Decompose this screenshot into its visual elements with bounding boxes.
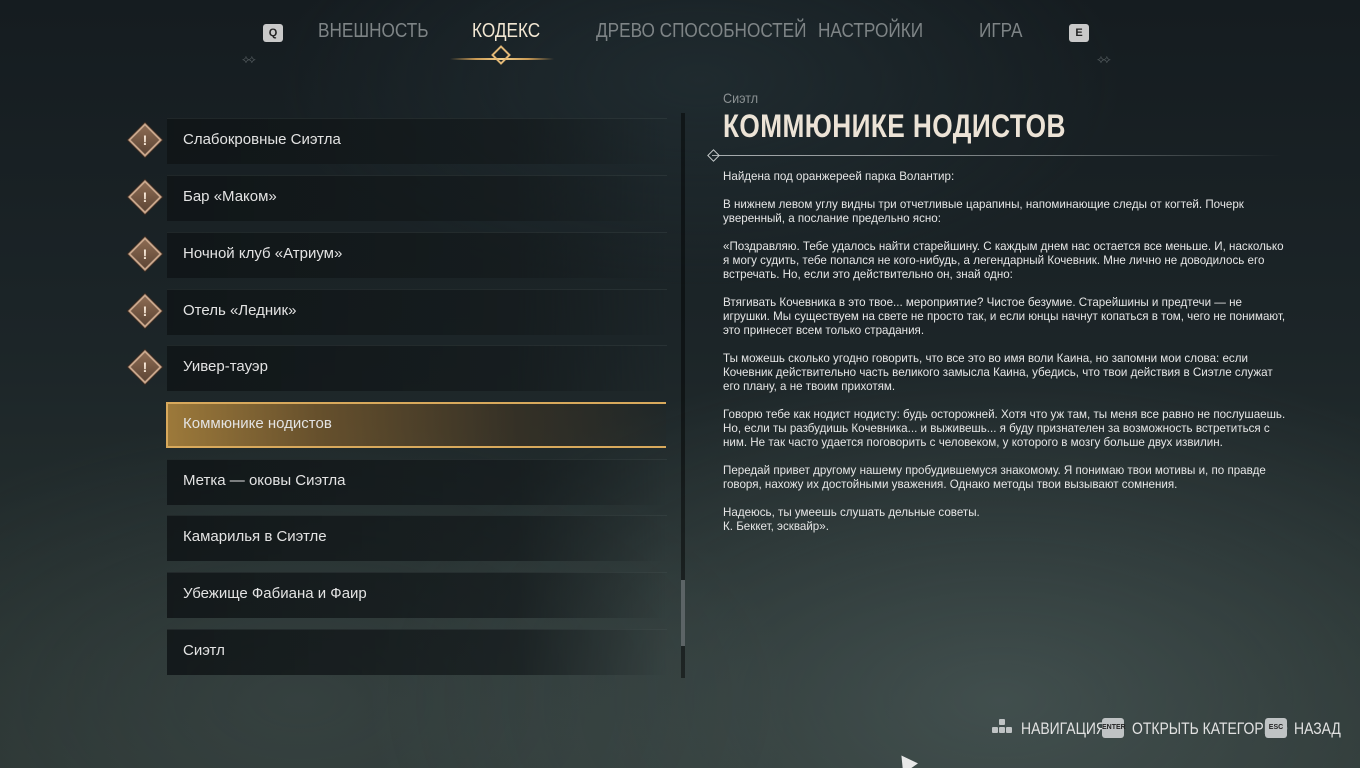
tab-game[interactable]: ИГРА [979,20,1022,46]
list-item[interactable]: Сиэтл [126,629,686,675]
back-hint-label[interactable]: НАЗАД [1294,719,1341,739]
entry-paragraph: Втягивать Кочевника в это твое... меропр… [723,296,1286,337]
list-item-label: Бар «Маком» [183,188,277,205]
control-hints: НАВИГАЦИЯ ENTER ОТКРЫТЬ КАТЕГОРИЮ ESC НА… [0,718,1360,742]
left-ornament-icon: ⟡⟡ [242,52,256,66]
list-item[interactable]: ! Уивер-тауэр [126,345,686,391]
entry-header: Сиэтл КОММЮНИКЕ НОДИСТОВ [723,90,1293,145]
new-entry-icon: ! [128,123,162,157]
list-item-selected[interactable]: Коммюнике нодистов [126,402,686,448]
enter-key-icon[interactable]: ENTER [1102,718,1126,738]
title-divider [712,155,1282,156]
list-item-label: Уивер-тауэр [183,358,268,375]
list-item[interactable]: ! Слабокровные Сиэтла [126,118,686,164]
entry-title: КОММЮНИКЕ НОДИСТОВ [723,108,1066,144]
list-item[interactable]: Камарилья в Сиэтле [126,515,686,561]
tab-settings[interactable]: НАСТРОЙКИ [818,20,923,46]
list-item[interactable]: ! Ночной клуб «Атриум» [126,232,686,278]
entry-paragraph: «Поздравляю. Тебе удалось найти старейши… [723,240,1284,281]
entry-paragraph: Передай привет другому нашему пробудивше… [723,464,1266,491]
list-item-label: Слабокровные Сиэтла [183,131,341,148]
list-item-label: Убежище Фабиана и Фаир [183,585,367,602]
list-item-label: Отель «Ледник» [183,302,297,319]
next-tab-key[interactable]: E [1069,24,1089,42]
entry-paragraph: Говорю тебе как нодист нодисту: будь ост… [723,408,1286,449]
entry-category: Сиэтл [723,90,759,106]
right-ornament-icon: ⟡⟡ [1097,52,1111,66]
entry-paragraph: Ты можешь сколько угодно говорить, что в… [723,352,1273,393]
list-item-label: Ночной клуб «Атриум» [183,245,343,262]
active-tab-diamond-icon [491,45,511,65]
top-tab-bar: Q ⟡⟡ ВНЕШНОСТЬ КОДЕКС ДРЕВО СПОСОБНОСТЕЙ… [0,0,1360,70]
entry-signature: К. Беккет, эсквайр». [723,520,829,533]
list-item[interactable]: ! Отель «Ледник» [126,289,686,335]
entry-paragraph: Найдена под оранжереей парка Волантир: [723,170,955,183]
list-item-label: Метка — оковы Сиэтла [183,472,346,489]
list-item[interactable]: Убежище Фабиана и Фаир [126,572,686,618]
entry-paragraph: В нижнем левом углу видны три отчетливые… [723,198,1244,225]
list-item[interactable]: Метка — оковы Сиэтла [126,459,686,505]
new-entry-icon: ! [128,180,162,214]
navigate-hint-label: НАВИГАЦИЯ [1021,719,1106,738]
new-entry-icon: ! [128,294,162,328]
esc-key-icon[interactable]: ESC [1265,718,1287,738]
list-item-label: Коммюнике нодистов [183,415,332,432]
entry-body: Найдена под оранжереей парка Волантир: В… [723,170,1289,534]
tab-ability-tree[interactable]: ДРЕВО СПОСОБНОСТЕЙ [596,20,807,46]
list-scrollbar-thumb[interactable] [681,580,685,646]
list-item-label: Камарилья в Сиэтле [183,528,327,545]
mouse-cursor-icon [894,750,918,768]
dpad-icon [991,718,1013,738]
new-entry-icon: ! [128,237,162,271]
codex-entry-list: ! Слабокровные Сиэтла ! Бар «Маком» ! Но… [126,118,686,678]
tab-codex[interactable]: КОДЕКС [472,20,540,46]
list-item-label: Сиэтл [183,642,225,659]
entry-closing-line: Надеюсь, ты умеешь слушать дельные совет… [723,506,980,519]
prev-tab-key[interactable]: Q [263,24,283,42]
list-item[interactable]: ! Бар «Маком» [126,175,686,221]
new-entry-icon: ! [128,350,162,384]
divider-diamond-icon [707,149,720,162]
tab-appearance[interactable]: ВНЕШНОСТЬ [318,20,429,46]
